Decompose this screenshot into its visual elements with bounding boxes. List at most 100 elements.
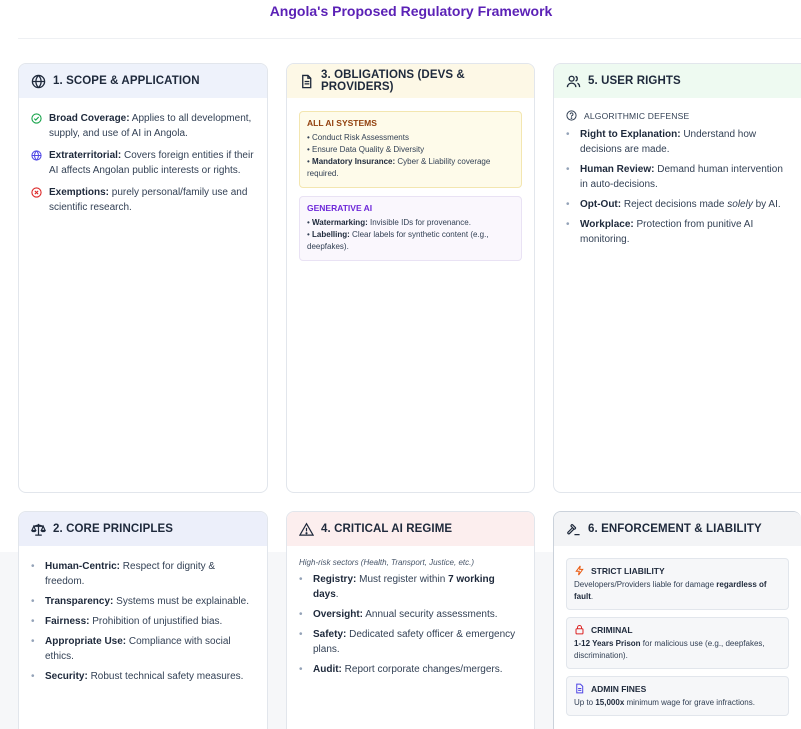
principles-list: Human-Centric: Respect for dignity & fre… [31,559,255,684]
admin-fines-label: ADMIN FINES [591,683,647,694]
user-rights-heading: 5. USER RIGHTS [588,75,681,87]
critical-text: Report corporate changes/mergers. [341,664,503,675]
obligation-label: Mandatory Insurance: [312,157,396,166]
obligation-label: Watermarking: [312,218,368,227]
check-circle-icon [31,113,42,124]
obligation-text: Invisible IDs for provenance. [367,218,471,227]
critical-regime-card: 4. CRITICAL AI REGIME High-risk sectors … [286,511,535,729]
list-item: Workplace: Protection from punitive AI m… [566,217,789,247]
list-item: Fairness: Prohibition of unjustified bia… [31,614,255,629]
enf-strong: 1-12 Years Prison [574,639,641,648]
enf-text-part: . [590,592,594,601]
right-label: Workplace: [580,219,634,230]
list-item: Human Review: Demand human intervention … [566,162,789,192]
principle-label: Transparency: [45,596,114,607]
obligations-card: 3. OBLIGATIONS (DEVS & PROVIDERS) ALL AI… [286,63,535,493]
lock-icon [575,624,584,635]
scope-item: Broad Coverage: Applies to all developme… [31,111,255,141]
algorithmic-defense-label: ALGORITHMIC DEFENSE [584,110,690,121]
list-item: Oversight: Annual security assessments. [299,607,522,622]
right-text: by AI. [752,199,781,210]
obligation-label: Labelling: [312,230,350,239]
critical-text: Must register within [356,574,449,585]
strict-liability-label: STRICT LIABILITY [591,565,665,576]
right-text: Reject decisions made [621,199,728,210]
document-icon [576,683,584,694]
right-label: Human Review: [580,164,655,175]
list-item: Appropriate Use: Compliance with social … [31,634,255,664]
core-principles-heading: 2. CORE PRINCIPLES [53,523,174,535]
list-item: Audit: Report corporate changes/mergers. [299,662,522,677]
user-rights-list: Right to Explanation: Understand how dec… [566,127,789,247]
obligations-heading: 3. OBLIGATIONS (DEVS & PROVIDERS) [321,69,465,93]
globe-icon [31,74,46,88]
scope-item: Exemptions: purely personal/family use a… [31,185,255,215]
right-label: Right to Explanation: [580,129,681,140]
enforcement-heading: 6. ENFORCEMENT & LIABILITY [588,523,762,535]
admin-fines-title: ADMIN FINES [574,683,781,694]
critical-label: Oversight: [313,609,364,620]
scope-item: Extraterritorial: Covers foreign entitie… [31,148,255,178]
criminal-label: CRIMINAL [591,624,633,635]
critical-regime-card-header: 4. CRITICAL AI REGIME [287,512,534,546]
scope-card: 1. SCOPE & APPLICATION Broad Coverage: A… [18,63,268,493]
core-principles-card: 2. CORE PRINCIPLES Human-Centric: Respec… [18,511,268,729]
help-circle-icon [566,110,577,121]
core-principles-card-header: 2. CORE PRINCIPLES [19,512,267,546]
principle-text: Robust technical safety measures. [87,671,244,682]
users-icon [566,75,581,87]
lightning-icon [575,565,584,576]
critical-text: Annual security assessments. [363,609,498,620]
principle-label: Appropriate Use: [45,636,127,647]
title-divider [18,38,801,39]
enforcement-card-header: 6. ENFORCEMENT & LIABILITY [554,512,801,546]
criminal-title: CRIMINAL [574,624,781,635]
scope-item-label: Extraterritorial: [49,150,122,161]
obligation-line: • Mandatory Insurance: Cyber & Liability… [307,156,514,180]
scale-icon [31,523,46,536]
gavel-icon [567,523,580,535]
principle-label: Security: [45,671,88,682]
scope-card-header: 1. SCOPE & APPLICATION [19,64,267,98]
principle-text: Systems must be explainable. [113,596,249,607]
scope-item-label: Broad Coverage: [49,113,130,124]
principle-label: Fairness: [45,616,90,627]
user-rights-card: 5. USER RIGHTS ALGORITHMIC DEFENSE Right… [553,63,801,493]
scope-item-label: Exemptions: [49,187,110,198]
list-item: Transparency: Systems must be explainabl… [31,594,255,609]
all-ai-systems-title: ALL AI SYSTEMS [307,118,377,128]
list-item: Human-Centric: Respect for dignity & fre… [31,559,255,589]
generative-ai-box: GENERATIVE AI • Watermarking: Invisible … [299,196,522,261]
all-ai-systems-box: ALL AI SYSTEMS • Conduct Risk Assessment… [299,111,522,188]
principle-text: Prohibition of unjustified bias. [89,616,223,627]
critical-list: Registry: Must register within 7 working… [299,572,522,677]
right-emphasis: solely [727,199,753,210]
critical-label: Safety: [313,629,347,640]
obligation-line: • Conduct Risk Assessments [307,133,409,142]
criminal-text: 1-12 Years Prison for malicious use (e.g… [574,638,781,662]
enf-text-part: Developers/Providers liable for damage [574,580,717,589]
x-circle-icon [31,187,42,198]
globe-icon [31,150,42,161]
obligation-line: • Watermarking: Invisible IDs for proven… [307,217,514,229]
generative-ai-title: GENERATIVE AI [307,203,373,213]
scope-heading: 1. SCOPE & APPLICATION [53,75,200,87]
obligation-line: • Labelling: Clear labels for synthetic … [307,229,514,253]
obligations-card-header: 3. OBLIGATIONS (DEVS & PROVIDERS) [287,64,534,98]
enforcement-card: 6. ENFORCEMENT & LIABILITY STRICT LIABIL… [553,511,801,729]
strict-liability-box: STRICT LIABILITY Developers/Providers li… [566,558,789,610]
warning-icon [299,521,314,536]
obligation-line: • Ensure Data Quality & Diversity [307,145,425,154]
enf-text-part: Up to [574,698,596,707]
strict-liability-title: STRICT LIABILITY [574,565,781,576]
right-label: Opt-Out: [580,199,622,210]
list-item: Opt-Out: Reject decisions made solely by… [566,197,789,212]
high-risk-sectors-note: High-risk sectors (Health, Transport, Ju… [299,558,475,567]
list-item: Safety: Dedicated safety officer & emerg… [299,627,522,657]
principle-label: Human-Centric: [45,561,121,572]
criminal-box: CRIMINAL 1-12 Years Prison for malicious… [566,617,789,669]
enf-strong: 15,000x [595,698,625,707]
page-title: Angola's Proposed Regulatory Framework [269,3,553,19]
document-icon [302,74,312,88]
critical-label: Registry: [313,574,357,585]
